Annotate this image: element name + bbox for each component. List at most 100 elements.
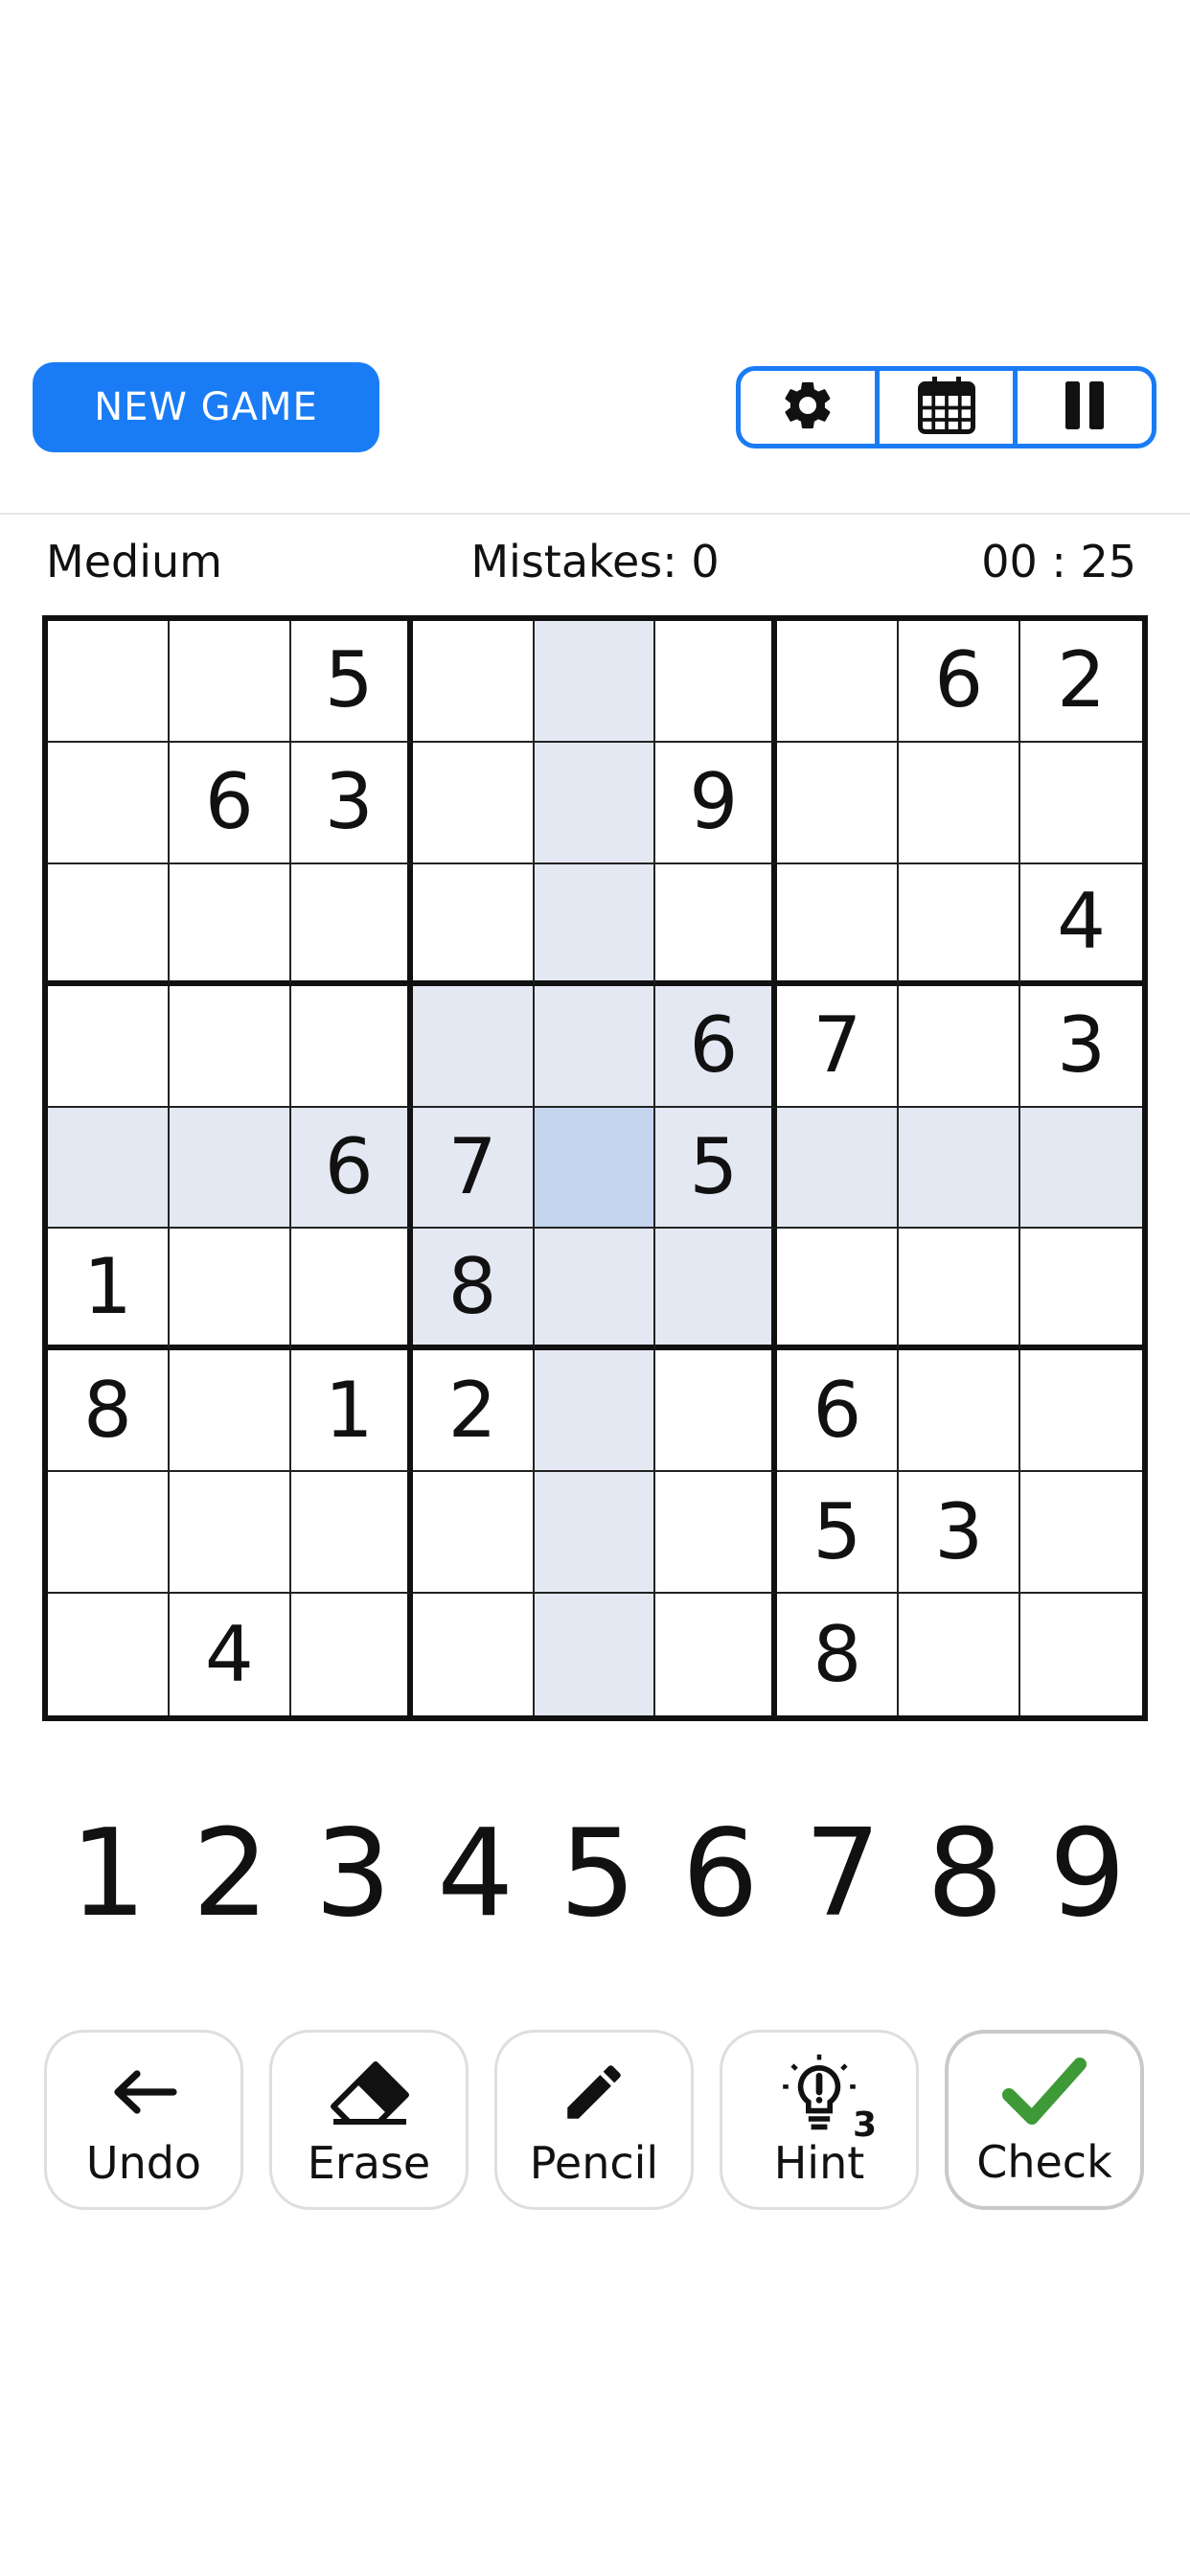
pencil-button[interactable]: Pencil xyxy=(494,2030,694,2210)
undo-button[interactable]: Undo xyxy=(44,2030,243,2210)
numpad-button-4[interactable]: 4 xyxy=(423,1802,528,1945)
numpad-button-3[interactable]: 3 xyxy=(301,1802,406,1945)
toolbar-group xyxy=(736,366,1156,448)
board-cell[interactable] xyxy=(534,621,656,743)
board-cell[interactable] xyxy=(899,863,1021,986)
board-cell[interactable]: 6 xyxy=(777,1350,900,1473)
board-cell[interactable] xyxy=(169,621,291,743)
board-cell[interactable]: 9 xyxy=(655,742,778,864)
board-cell[interactable] xyxy=(899,1107,1021,1230)
board-cell[interactable] xyxy=(1020,1229,1142,1351)
board-cell[interactable] xyxy=(534,863,656,986)
board-cell[interactable]: 1 xyxy=(290,1350,413,1473)
board-cell[interactable] xyxy=(169,1350,291,1473)
board-cell[interactable] xyxy=(655,1350,778,1473)
board-cell[interactable] xyxy=(412,742,535,864)
board-cell[interactable] xyxy=(777,742,900,864)
hint-button[interactable]: 3 Hint xyxy=(720,2030,919,2210)
board-cell[interactable] xyxy=(169,1107,291,1230)
board-cell[interactable] xyxy=(655,863,778,986)
board-cell[interactable]: 6 xyxy=(899,621,1021,743)
numpad-button-9[interactable]: 9 xyxy=(1035,1802,1140,1945)
numpad-button-1[interactable]: 1 xyxy=(56,1802,161,1945)
board-cell[interactable]: 8 xyxy=(777,1594,900,1715)
board-cell[interactable] xyxy=(290,1229,413,1351)
board-cell[interactable] xyxy=(1020,1350,1142,1473)
board-cell[interactable] xyxy=(412,985,535,1108)
new-game-button[interactable]: NEW GAME xyxy=(33,362,379,452)
numpad-button-5[interactable]: 5 xyxy=(545,1802,651,1945)
board-cell[interactable]: 7 xyxy=(777,985,900,1108)
board-cell[interactable] xyxy=(777,1229,900,1351)
erase-button[interactable]: Erase xyxy=(269,2030,469,2210)
board-cell[interactable] xyxy=(169,1472,291,1595)
pause-button[interactable] xyxy=(1018,371,1152,444)
board-cell[interactable] xyxy=(169,985,291,1108)
numpad-button-2[interactable]: 2 xyxy=(178,1802,284,1945)
board-cell[interactable]: 5 xyxy=(655,1107,778,1230)
board-cell[interactable]: 7 xyxy=(412,1107,535,1230)
settings-button[interactable] xyxy=(741,371,880,444)
board-cell[interactable] xyxy=(1020,1594,1142,1715)
board-cell[interactable] xyxy=(169,1229,291,1351)
board-cell[interactable] xyxy=(899,742,1021,864)
board-cell[interactable] xyxy=(655,1472,778,1595)
board-cell[interactable]: 2 xyxy=(412,1350,535,1473)
board-cell[interactable]: 6 xyxy=(655,985,778,1108)
board-cell[interactable] xyxy=(1020,743,1142,864)
board-cell[interactable]: 8 xyxy=(48,1350,170,1473)
board-cell[interactable] xyxy=(534,1107,656,1230)
board-cell[interactable] xyxy=(777,863,900,986)
board-cell[interactable] xyxy=(48,1594,170,1715)
board-cell[interactable]: 2 xyxy=(1020,621,1142,743)
board-cell[interactable] xyxy=(48,863,170,986)
board-cell[interactable] xyxy=(899,1350,1021,1473)
board-cell[interactable] xyxy=(1020,1472,1142,1595)
board-cell[interactable] xyxy=(291,1594,413,1715)
board-cell[interactable] xyxy=(777,621,900,743)
board-cell[interactable] xyxy=(534,1229,656,1351)
board-cell[interactable] xyxy=(48,1472,170,1595)
board-cell[interactable] xyxy=(290,1472,413,1595)
board-cell[interactable] xyxy=(1020,1107,1142,1230)
board-cell[interactable] xyxy=(412,621,535,743)
check-button[interactable]: Check xyxy=(945,2030,1144,2210)
numpad-button-7[interactable]: 7 xyxy=(790,1802,896,1945)
board-cell[interactable] xyxy=(48,621,170,743)
calendar-button[interactable] xyxy=(880,371,1018,444)
board-cell[interactable] xyxy=(534,1472,656,1595)
board-cell[interactable] xyxy=(534,1594,656,1715)
board-cell[interactable] xyxy=(534,742,656,864)
board-cell[interactable] xyxy=(534,985,656,1108)
board-cell[interactable] xyxy=(655,621,778,743)
board-cell[interactable] xyxy=(290,985,413,1108)
board-cell[interactable]: 6 xyxy=(290,1107,413,1230)
board-cell[interactable]: 5 xyxy=(290,621,413,743)
board-cell[interactable] xyxy=(413,1594,535,1715)
board-cell[interactable]: 6 xyxy=(169,742,291,864)
board-cell[interactable]: 1 xyxy=(48,1229,170,1351)
board-cell[interactable] xyxy=(534,1350,656,1473)
board-cell[interactable] xyxy=(899,1229,1021,1351)
board-cell[interactable] xyxy=(48,1107,170,1230)
board-cell[interactable] xyxy=(655,1229,778,1351)
board-cell[interactable] xyxy=(48,985,170,1108)
board-cell[interactable]: 3 xyxy=(290,742,413,864)
numpad-button-6[interactable]: 6 xyxy=(668,1802,773,1945)
board-cell[interactable] xyxy=(899,985,1021,1108)
board-cell[interactable] xyxy=(290,863,413,986)
board-cell[interactable]: 3 xyxy=(1020,986,1142,1108)
numpad-button-8[interactable]: 8 xyxy=(912,1802,1018,1945)
board-cell[interactable] xyxy=(412,863,535,986)
board-cell[interactable]: 3 xyxy=(899,1472,1021,1595)
board-cell[interactable] xyxy=(655,1594,778,1715)
board-cell[interactable] xyxy=(48,742,170,864)
board-cell[interactable]: 4 xyxy=(1020,864,1142,986)
board-cell[interactable] xyxy=(169,863,291,986)
board-cell[interactable] xyxy=(899,1594,1021,1715)
board-cell[interactable] xyxy=(777,1107,900,1230)
board-cell[interactable]: 5 xyxy=(777,1472,900,1595)
board-cell[interactable] xyxy=(412,1472,535,1595)
board-cell[interactable]: 4 xyxy=(170,1594,291,1715)
board-cell[interactable]: 8 xyxy=(412,1229,535,1351)
